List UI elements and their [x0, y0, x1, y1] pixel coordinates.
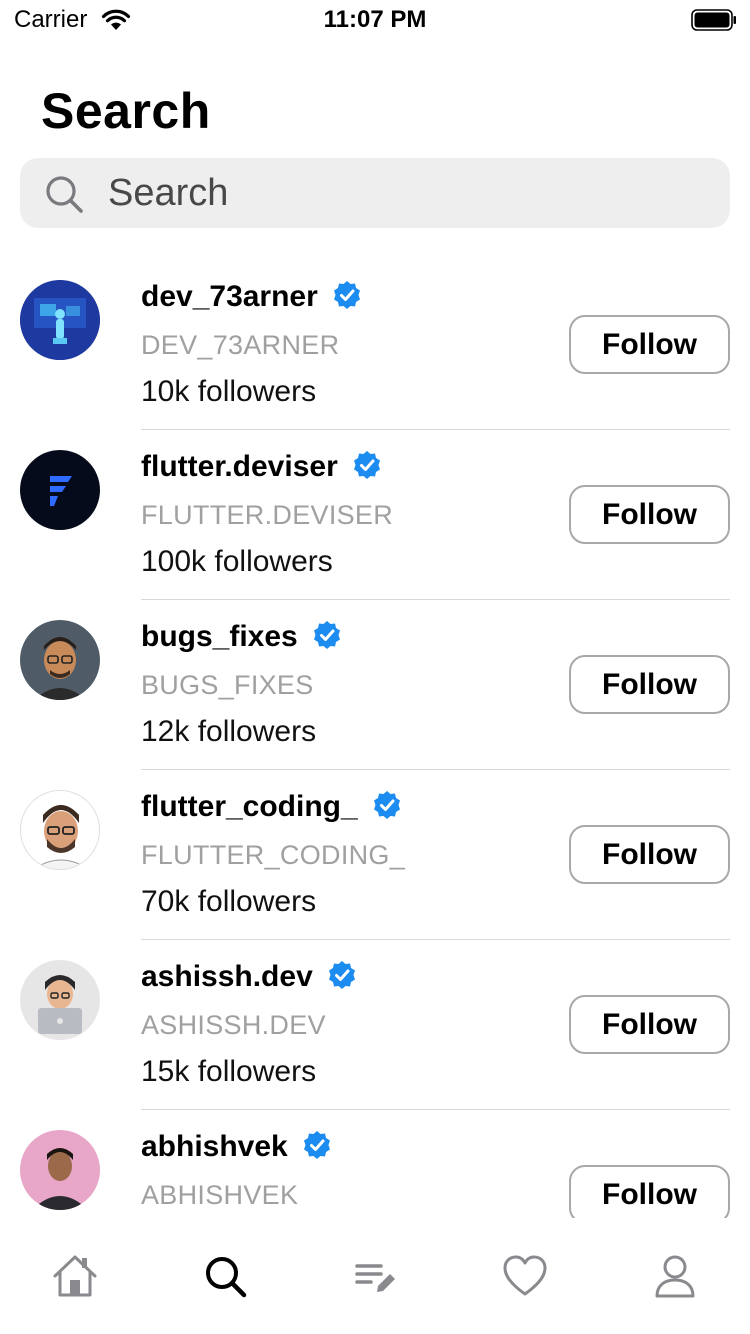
user-list[interactable]: dev_73arner DEV_73ARNER 10k followers Fo… [0, 260, 750, 1218]
username[interactable]: flutter.deviser [141, 450, 382, 484]
verified-badge-icon [313, 621, 340, 649]
user-handle: FLUTTER.DEVISER [141, 500, 394, 530]
tab-profile[interactable] [651, 1252, 699, 1300]
search-icon [206, 1257, 247, 1298]
verified-badge-icon [303, 1131, 330, 1159]
follower-count: 70k followers [141, 885, 317, 918]
user-row[interactable]: abhishvek ABHISHVEK Follow [0, 1110, 750, 1218]
username[interactable]: flutter_coding_ [141, 790, 402, 824]
user-handle: BUGS_FIXES [141, 670, 314, 700]
follow-button[interactable]: Follow [569, 995, 730, 1054]
user-row[interactable]: flutter_coding_ FLUTTER_CODING_ 70k foll… [0, 770, 750, 940]
username[interactable]: bugs_fixes [141, 620, 342, 654]
home-icon [53, 1255, 97, 1297]
user-row[interactable]: bugs_fixes BUGS_FIXES 12k followers Foll… [0, 600, 750, 770]
search-input[interactable] [108, 168, 708, 218]
verified-badge-icon [333, 281, 360, 309]
edit-list-icon [355, 1264, 395, 1292]
follower-count: 15k followers [141, 1055, 317, 1088]
user-row[interactable]: ashissh.dev ASHISSH.DEV 15k followers Fo… [0, 940, 750, 1110]
tab-search[interactable] [201, 1252, 249, 1300]
user-row[interactable]: flutter.deviser FLUTTER.DEVISER 100k fol… [0, 430, 750, 600]
flutter-logo-avatar[interactable] [20, 450, 100, 530]
tab-activity[interactable] [501, 1252, 549, 1300]
user-handle: FLUTTER_CODING_ [141, 840, 406, 870]
verified-badge-icon [373, 791, 400, 819]
tab-bar [0, 1218, 750, 1334]
follower-count: 12k followers [141, 715, 317, 748]
tab-home[interactable] [51, 1252, 99, 1300]
follow-button[interactable]: Follow [569, 655, 730, 714]
username[interactable]: dev_73arner [141, 280, 362, 314]
page-title: Search [41, 83, 211, 139]
search-icon [46, 176, 83, 213]
status-time: 11:07 PM [323, 6, 427, 33]
memoji-glasses-avatar[interactable] [20, 620, 100, 700]
laptop-boy-avatar[interactable] [20, 960, 100, 1040]
verified-badge-icon [328, 961, 355, 989]
follower-count: 100k followers [141, 545, 333, 578]
status-bar: Carrier 11:07 PM [0, 0, 750, 40]
user-row[interactable]: dev_73arner DEV_73ARNER 10k followers Fo… [0, 260, 750, 430]
photo-avatar[interactable] [20, 1130, 100, 1210]
follow-button[interactable]: Follow [569, 315, 730, 374]
follower-count: 10k followers [141, 375, 317, 408]
user-handle: ABHISHVEK [141, 1180, 299, 1210]
heart-icon [503, 1255, 547, 1296]
user-handle: DEV_73ARNER [141, 330, 340, 360]
tab-compose[interactable] [351, 1252, 399, 1300]
follow-button[interactable]: Follow [569, 1165, 730, 1218]
follow-button[interactable]: Follow [569, 485, 730, 544]
follow-button[interactable]: Follow [569, 825, 730, 884]
user-handle: ASHISSH.DEV [141, 1010, 326, 1040]
username[interactable]: ashissh.dev [141, 960, 357, 994]
battery-icon [691, 9, 736, 31]
search-bar[interactable] [20, 158, 730, 228]
profile-icon [655, 1255, 695, 1298]
username[interactable]: abhishvek [141, 1130, 332, 1164]
cartoon-man-avatar[interactable] [20, 790, 100, 870]
verified-badge-icon [353, 451, 380, 479]
hologram-avatar[interactable] [20, 280, 100, 360]
